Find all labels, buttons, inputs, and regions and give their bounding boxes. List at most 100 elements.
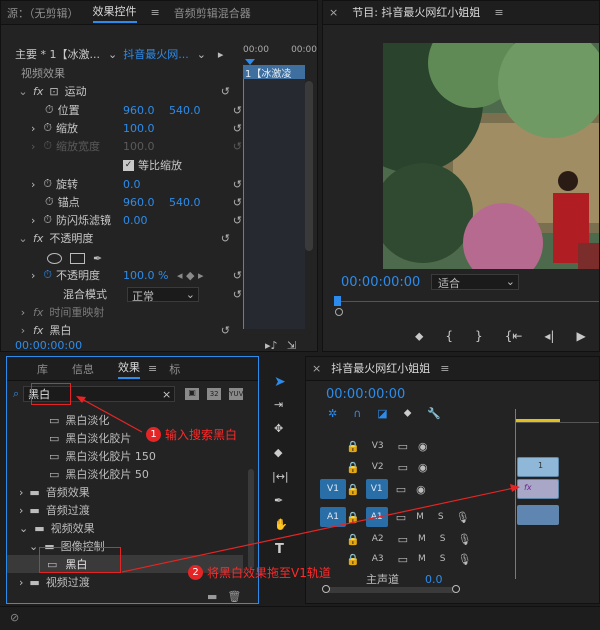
fx-icon[interactable]: fx [33, 85, 43, 98]
razor-tool-icon[interactable]: ◆ [274, 446, 282, 459]
master-value[interactable]: 0.0 [425, 573, 443, 586]
linked-selection-icon[interactable]: ◪ [377, 407, 387, 420]
snap-icon[interactable]: ∩ [353, 407, 361, 420]
mic-icon[interactable]: 🎙 [457, 533, 471, 546]
sync-lock-icon[interactable]: ▭ [396, 483, 406, 496]
reset-bw-icon[interactable]: ↺ [221, 324, 230, 337]
expand-chevron-icon[interactable]: › [17, 306, 29, 319]
solo-button[interactable]: S [440, 534, 446, 544]
expand-chevron-icon[interactable]: › [31, 214, 35, 227]
panel-menu-icon[interactable]: ≡ [151, 6, 160, 19]
program-scrub-bar[interactable] [334, 296, 599, 316]
timeline-timecode[interactable]: 00:00:00:00 [326, 387, 405, 402]
anchor-x-value[interactable]: 960.0 [123, 196, 155, 209]
video-preview[interactable] [383, 43, 599, 269]
mic-icon[interactable]: 🎙 [457, 553, 471, 566]
scroll-handle-right[interactable] [452, 585, 460, 593]
clip-a1[interactable] [517, 505, 559, 525]
delete-icon[interactable]: 🗑 [227, 590, 241, 603]
sync-lock-icon[interactable]: ▭ [398, 461, 408, 474]
eye-icon[interactable]: ◉ [418, 461, 428, 474]
mark-in-icon[interactable]: { [445, 329, 453, 343]
scale-value[interactable]: 100.0 [123, 122, 155, 135]
status-icon[interactable]: ⊘ [10, 611, 19, 624]
expand-chevron-icon[interactable]: › [19, 504, 23, 517]
expand-chevron-icon[interactable]: ⌄ [17, 85, 29, 98]
sync-lock-icon[interactable]: ▭ [398, 553, 408, 566]
motion-row[interactable]: ⌄ fx ⊡ 运动 ↺ [17, 82, 242, 100]
stopwatch-icon[interactable]: ⏱ [45, 103, 54, 117]
rectangle-mask-icon[interactable] [70, 252, 85, 264]
reset-position-icon[interactable]: ↺ [233, 104, 242, 117]
tab-source[interactable]: 源：（无剪辑） [7, 5, 79, 21]
expand-chevron-icon[interactable]: › [31, 178, 35, 191]
play-button-icon[interactable]: ▶ [576, 329, 585, 343]
effects-scrollbar[interactable] [248, 469, 254, 569]
opacity-value[interactable]: 100.0 % [123, 269, 168, 282]
mark-out-icon[interactable]: } [475, 329, 483, 343]
reset-opacity-value-icon[interactable]: ↺ [233, 269, 242, 282]
tab-markers[interactable]: 标 [169, 361, 180, 377]
clip-v2[interactable]: 1 [517, 457, 559, 477]
source-track-a1[interactable]: A1 [320, 507, 346, 527]
expand-chevron-icon[interactable]: ⌄ [17, 232, 29, 245]
selection-tool-icon[interactable]: ➤ [274, 374, 286, 390]
new-folder-icon[interactable]: ▬ [207, 590, 217, 603]
mic-icon[interactable]: 🎙 [456, 511, 470, 524]
tab-info[interactable]: 信息 [72, 361, 94, 377]
fx-icon[interactable]: fx [33, 324, 43, 337]
solo-button[interactable]: S [438, 512, 444, 522]
reset-motion-icon[interactable]: ↺ [221, 85, 230, 98]
expand-chevron-icon[interactable]: › [17, 324, 29, 337]
type-tool-icon[interactable]: T [275, 542, 284, 557]
tab-audio-mixer[interactable]: 音频剪辑混合器 [174, 5, 251, 21]
hand-tool-icon[interactable]: ✋ [274, 518, 288, 531]
tab-effect-controls[interactable]: 效果控件 [92, 3, 137, 23]
tab-sequence[interactable]: 抖音最火网红小姐姐 [331, 360, 430, 378]
clear-search-icon[interactable]: × [162, 388, 171, 401]
add-marker-icon[interactable]: ⬥ [404, 406, 412, 420]
panel-close-icon[interactable]: × [329, 6, 338, 19]
add-marker-icon[interactable]: ⬥ [415, 329, 423, 344]
yuv-effects-icon[interactable]: YUV [229, 388, 243, 400]
expand-chevron-icon[interactable]: › [31, 269, 35, 282]
expand-chevron-icon[interactable]: ⌄ [29, 540, 38, 553]
reset-opacity-icon[interactable]: ↺ [221, 232, 230, 245]
chevron-down-icon[interactable]: ⌄ [197, 48, 206, 61]
panel-menu-icon[interactable]: ≡ [440, 362, 449, 375]
list-item[interactable]: ⌄ ▬ 视频效果 [19, 519, 95, 537]
expand-chevron-icon[interactable]: › [19, 486, 23, 499]
play-icon[interactable]: ▸ [218, 48, 224, 61]
source-track-v1[interactable]: V1 [320, 479, 346, 499]
expand-chevron-icon[interactable]: › [31, 122, 35, 135]
anti-flicker-value[interactable]: 0.00 [123, 214, 148, 227]
play-only-audio-icon[interactable]: ▸♪ [265, 339, 278, 352]
lock-icon[interactable]: 🔒 [346, 553, 360, 566]
clip-v1[interactable]: fx [517, 479, 559, 499]
work-area-bar[interactable] [516, 419, 560, 422]
reset-rotation-icon[interactable]: ↺ [233, 178, 242, 191]
track-select-tool-icon[interactable]: ⇥ [274, 398, 283, 411]
eye-icon[interactable]: ◉ [416, 483, 426, 496]
effect-controls-timecode[interactable]: 00:00:00:00 [15, 339, 82, 352]
nest-icon[interactable]: ✲ [328, 407, 337, 420]
lock-icon[interactable]: 🔒 [346, 440, 360, 453]
sync-lock-icon[interactable]: ▭ [398, 440, 408, 453]
sync-lock-icon[interactable]: ▭ [396, 511, 406, 524]
track-target-v1[interactable]: V1 [365, 479, 388, 499]
lock-icon[interactable]: 🔒 [346, 461, 360, 474]
stopwatch-icon[interactable]: ⏱ [45, 195, 54, 209]
program-timecode[interactable]: 00:00:00:00 [341, 275, 420, 290]
list-item[interactable]: ▭ 黑白淡化 [49, 411, 109, 429]
expand-chevron-icon[interactable]: › [19, 576, 23, 589]
lock-icon[interactable]: 🔒 [346, 533, 360, 546]
blend-mode-select[interactable]: 正常 ⌄ [127, 286, 199, 303]
program-playhead[interactable] [334, 296, 341, 306]
accelerated-effects-icon[interactable]: ▣ [185, 388, 200, 400]
panel-menu-icon[interactable]: ≡ [148, 362, 157, 375]
stopwatch-icon[interactable]: ⏱ [43, 213, 52, 227]
stopwatch-icon[interactable]: ⏱ [43, 177, 52, 191]
panel-menu-icon[interactable]: ≡ [494, 6, 503, 19]
settings-wrench-icon[interactable]: 🔧 [427, 407, 441, 420]
fit-select[interactable]: 适合 ⌄ [431, 274, 519, 290]
